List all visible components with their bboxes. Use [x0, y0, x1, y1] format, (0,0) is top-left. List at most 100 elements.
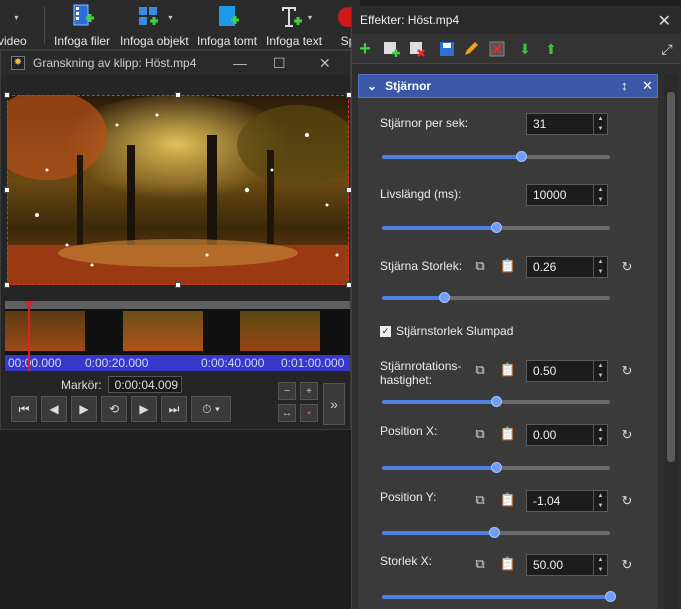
add-keyframe-icon[interactable] — [380, 38, 402, 60]
playhead-marker-icon[interactable] — [24, 301, 34, 308]
go-to-end-button[interactable]: ⏭ — [161, 396, 187, 422]
expand-panel-button[interactable]: » — [323, 383, 345, 425]
thumbnail-strip[interactable] — [5, 309, 350, 355]
lifetime-slider[interactable] — [382, 222, 610, 233]
properties-scrollbar[interactable] — [664, 74, 678, 609]
resize-handle[interactable] — [4, 92, 10, 98]
close-icon[interactable]: ✕ — [319, 55, 331, 72]
position-x-input[interactable]: 0.00 ▲ ▼ — [526, 424, 608, 446]
spin-arrows-icon[interactable]: ▲ ▼ — [593, 114, 607, 134]
resize-vertical-icon[interactable]: ↕ — [621, 78, 628, 93]
param-label: Stjärnor per sek: — [380, 116, 469, 130]
reset-icon[interactable]: ↻ — [619, 363, 635, 379]
spin-arrows-icon[interactable]: ▲ ▼ — [593, 361, 607, 381]
playback-speed-button[interactable]: ⏱ ▾ — [191, 396, 231, 422]
clipboard-icon[interactable]: 📋 — [500, 362, 516, 378]
timeline-scroll-track[interactable] — [5, 301, 350, 309]
position-x-slider[interactable] — [382, 462, 610, 473]
param-label: Stjärna Storlek: — [380, 259, 463, 273]
resize-handle[interactable] — [175, 282, 181, 288]
lifetime-input[interactable]: 10000 ▲ ▼ — [526, 184, 608, 206]
insert-blank-button[interactable]: Infoga tomt — [197, 4, 257, 48]
preview-title-bar: ✸ Granskning av klipp: Höst.mp4 — ☐ ✕ — [1, 51, 350, 75]
close-icon[interactable]: ✕ — [642, 78, 653, 94]
go-to-start-button[interactable]: ⏮ — [11, 396, 37, 422]
insert-files-icon — [68, 4, 96, 30]
stars-per-second-slider[interactable] — [382, 151, 610, 162]
insert-object-button[interactable]: ▾ Infoga objekt — [120, 4, 189, 48]
add-effect-icon[interactable]: + — [354, 38, 376, 60]
delete-effect-icon[interactable] — [486, 38, 508, 60]
insert-text-icon: ▾ — [276, 4, 312, 30]
clipboard-icon[interactable]: 📋 — [500, 258, 516, 274]
undock-icon[interactable]: ⤢ — [656, 38, 678, 60]
reset-icon[interactable]: ↻ — [619, 427, 635, 443]
reset-icon[interactable]: ↻ — [619, 259, 635, 275]
pencil-icon[interactable] — [460, 38, 482, 60]
checkbox-label: Stjärnstorlek Slumpad — [396, 324, 514, 338]
rotation-speed-slider[interactable] — [382, 396, 610, 407]
save-icon[interactable] — [436, 38, 458, 60]
copy-icon[interactable]: ⧉ — [472, 556, 488, 572]
marker-time-field[interactable]: 0:00:04.009 — [107, 376, 182, 393]
insert-text-button[interactable]: ▾ Infoga text — [266, 4, 322, 48]
random-size-checkbox[interactable]: ✓ Stjärnstorlek Slumpad — [380, 324, 513, 338]
star-size-slider[interactable] — [382, 292, 610, 303]
copy-icon[interactable]: ⧉ — [472, 362, 488, 378]
size-x-input[interactable]: 50.00 ▲ ▼ — [526, 554, 608, 576]
app-logo-icon: ✸ — [11, 56, 25, 70]
size-x-slider[interactable] — [382, 591, 616, 602]
clipboard-icon[interactable]: 📋 — [500, 492, 516, 508]
ruler-tick-label: 0:00:20.000 — [85, 356, 149, 370]
zoom-out-button[interactable]: − — [278, 382, 296, 400]
effects-panel: Effekter: Höst.mp4 ✕ + ⬇ ⬆ ⤢ ⌄ Stjärnor … — [351, 6, 681, 609]
reset-icon[interactable]: ↻ — [619, 493, 635, 509]
spin-arrows-icon[interactable]: ▲ ▼ — [593, 491, 607, 511]
maximize-icon[interactable]: ☐ — [273, 55, 286, 72]
effects-title-bar: Effekter: Höst.mp4 ✕ — [352, 6, 681, 34]
spin-arrows-icon[interactable]: ▲ ▼ — [593, 555, 607, 575]
clipboard-icon[interactable]: 📋 — [500, 426, 516, 442]
resize-handle[interactable] — [4, 282, 10, 288]
move-up-icon[interactable]: ⬆ — [540, 38, 562, 60]
copy-icon[interactable]: ⧉ — [472, 258, 488, 274]
snap-button[interactable]: ▪ — [300, 404, 318, 422]
spin-value: 31 — [533, 117, 547, 131]
previous-frame-button[interactable]: ◀ — [41, 396, 67, 422]
scrollbar-thumb[interactable] — [667, 92, 675, 462]
checkbox-checked-icon[interactable]: ✓ — [380, 325, 391, 337]
position-y-slider[interactable] — [382, 527, 610, 538]
copy-icon[interactable]: ⧉ — [472, 426, 488, 442]
resize-handle[interactable] — [4, 187, 10, 193]
fit-width-button[interactable]: ↔ — [278, 404, 296, 422]
spin-arrows-icon[interactable]: ▲ ▼ — [593, 185, 607, 205]
move-down-icon[interactable]: ⬇ — [514, 38, 536, 60]
stars-per-second-input[interactable]: 31 ▲ ▼ — [526, 113, 608, 135]
rotation-speed-input[interactable]: 0.50 ▲ ▼ — [526, 360, 608, 382]
playhead[interactable] — [28, 301, 30, 371]
insert-video-button[interactable]: ▾ a video — [0, 4, 27, 49]
minimize-icon[interactable]: — — [233, 55, 247, 71]
effect-group-header[interactable]: ⌄ Stjärnor ↕ ✕ — [358, 74, 658, 98]
ruler-tick-label: 00:00.000 — [8, 356, 62, 370]
play-button[interactable]: ▶ — [71, 396, 97, 422]
zoom-out-icon: − — [284, 385, 290, 397]
next-frame-button[interactable]: ▶ — [131, 396, 157, 422]
spin-arrows-icon[interactable]: ▲ ▼ — [593, 257, 607, 277]
resize-handle[interactable] — [175, 92, 181, 98]
zoom-in-button[interactable]: + — [300, 382, 318, 400]
close-icon[interactable]: ✕ — [658, 11, 671, 31]
skip-end-icon: ⏭ — [168, 401, 180, 416]
spin-arrows-icon[interactable]: ▲ ▼ — [593, 425, 607, 445]
remove-keyframe-icon[interactable] — [406, 38, 428, 60]
star-size-input[interactable]: 0.26 ▲ ▼ — [526, 256, 608, 278]
time-ruler[interactable]: 00:00.000 0:00:20.000 0:00:40.000 0:01:0… — [5, 355, 350, 371]
clipboard-icon[interactable]: 📋 — [500, 556, 516, 572]
copy-icon[interactable]: ⧉ — [472, 492, 488, 508]
insert-files-button[interactable]: Infoga filer — [54, 4, 110, 48]
reset-icon[interactable]: ↻ — [619, 557, 635, 573]
toolbar-ribbon: ▾ a video Infoga filer ▾ Infoga objekt I… — [0, 0, 360, 50]
loop-button[interactable]: ⟲ — [101, 396, 127, 422]
position-y-input[interactable]: -1.04 ▲ ▼ — [526, 490, 608, 512]
selection-box[interactable] — [7, 95, 349, 285]
